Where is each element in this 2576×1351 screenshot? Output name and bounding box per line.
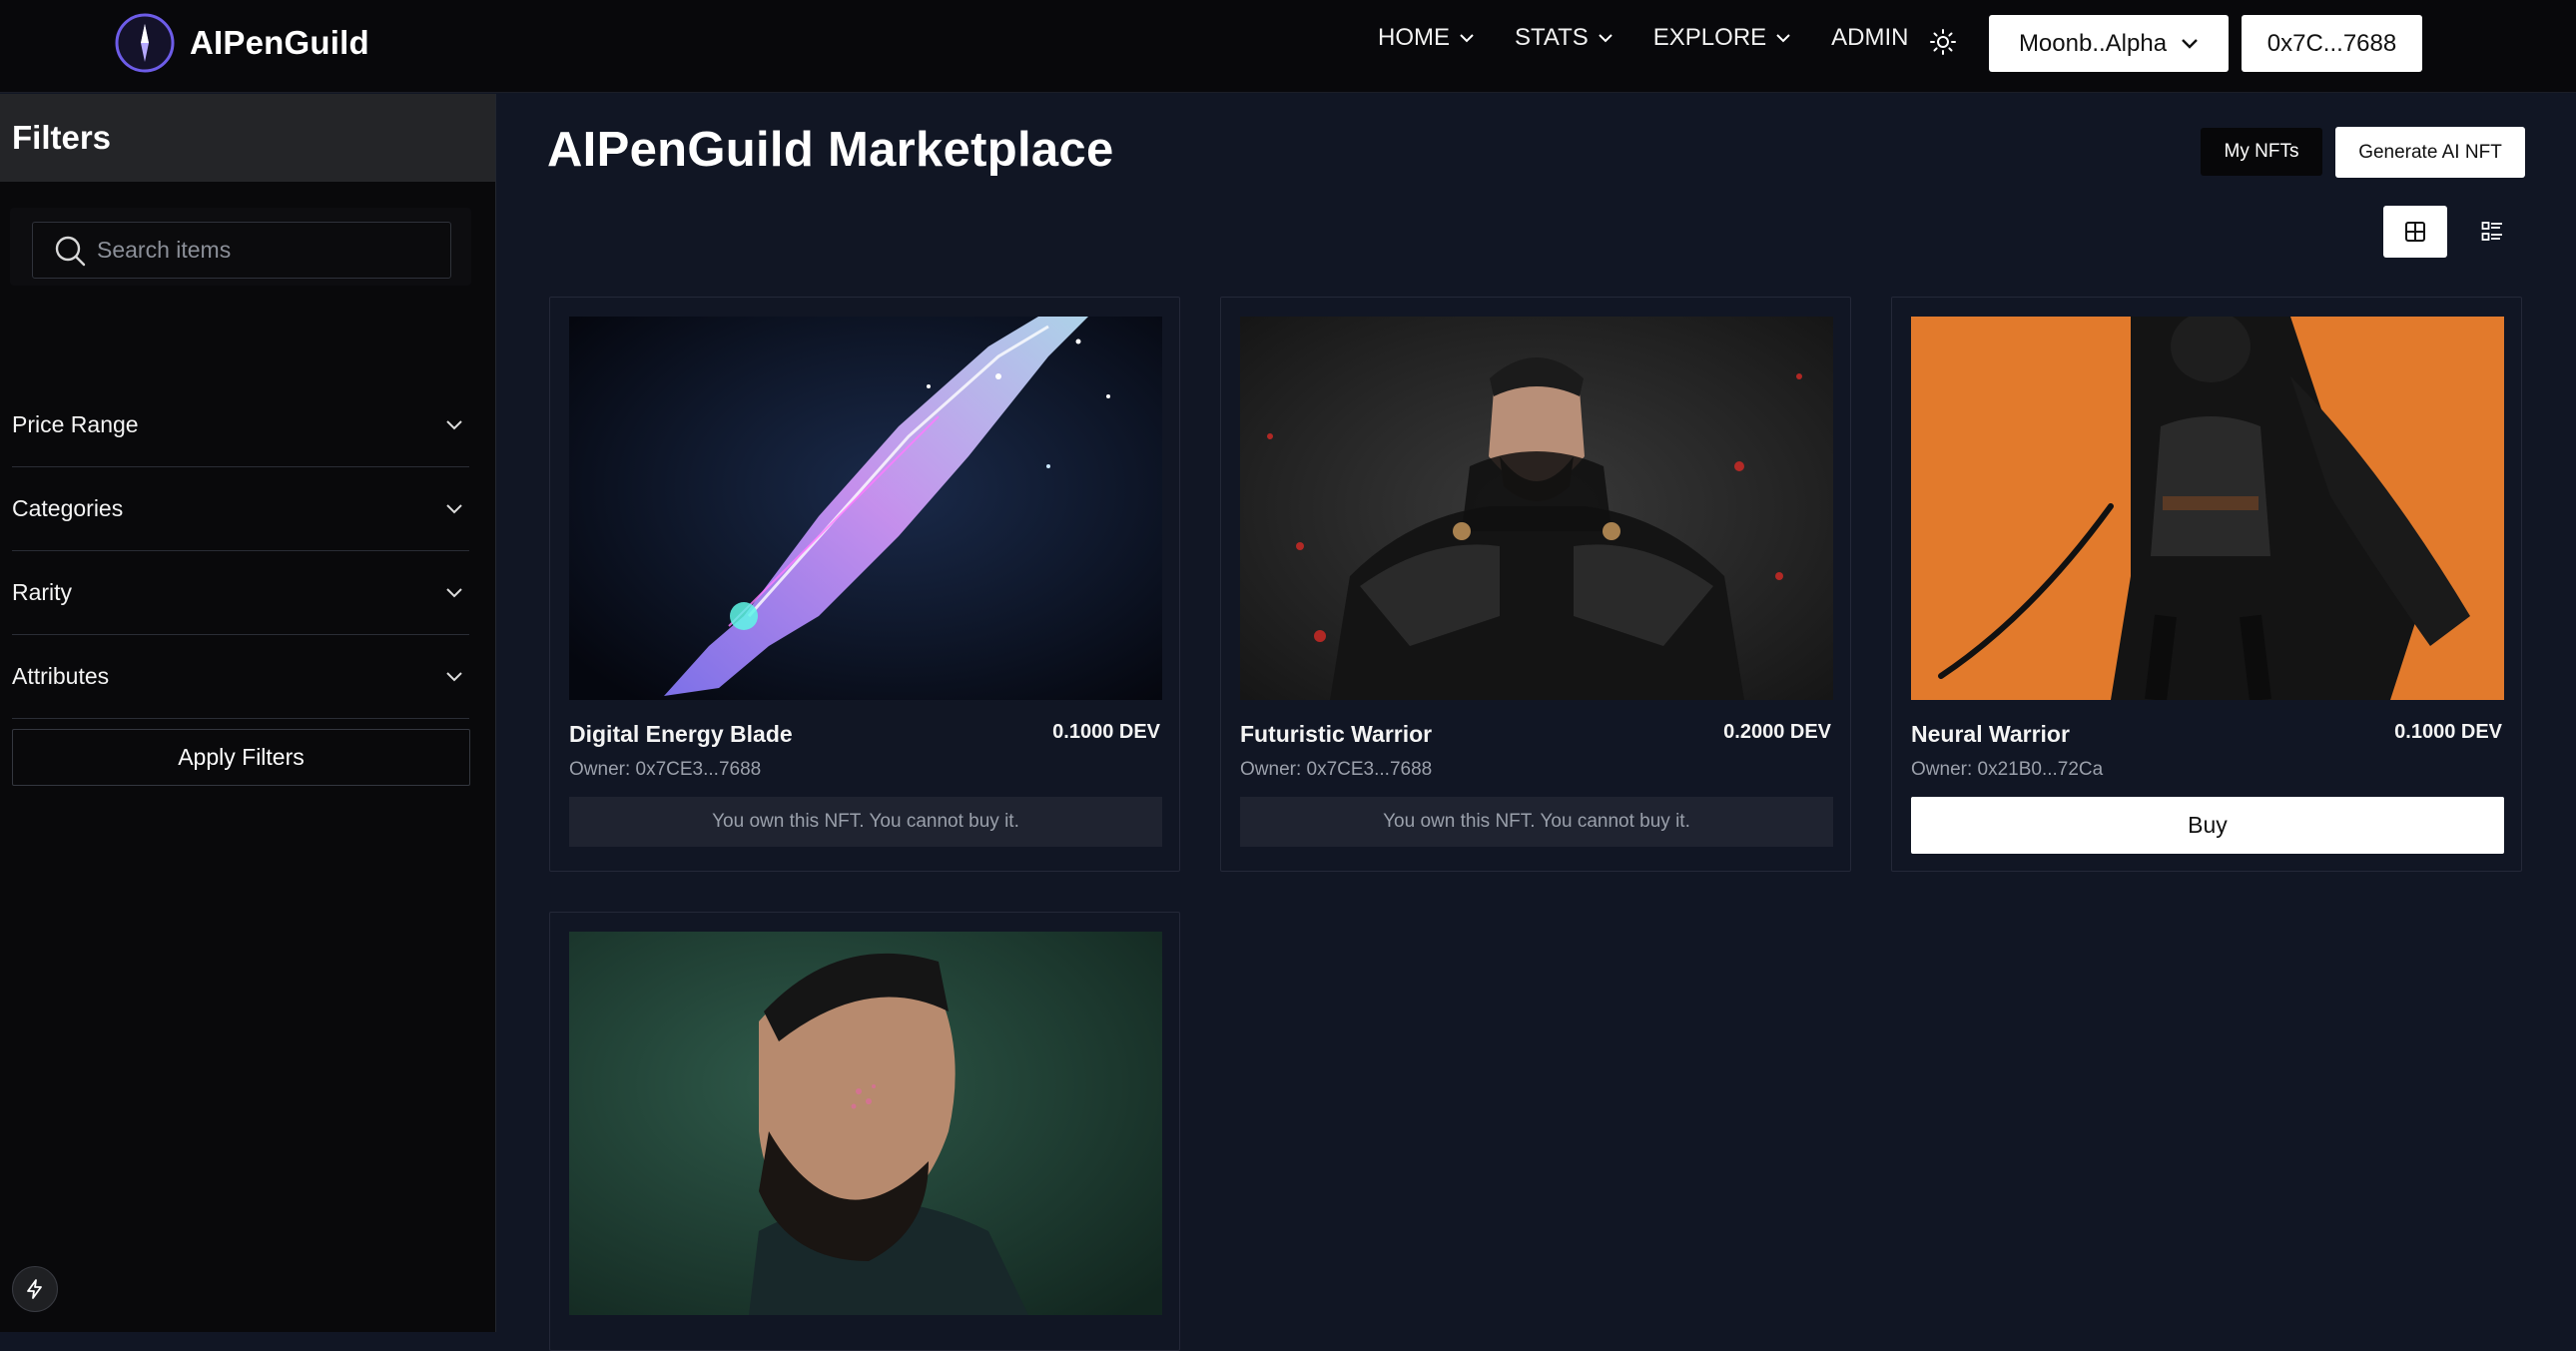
filters-title: Filters [12,119,112,156]
ownership-notice: You own this NFT. You cannot buy it. [569,797,1162,847]
nft-owner: Owner: 0x7CE3...7688 [569,759,762,780]
chevron-down-icon [2182,39,2198,49]
nav-admin[interactable]: ADMIN [1831,24,1908,52]
wallet-address-button[interactable]: 0x7C...7688 [2242,15,2422,72]
top-navbar: AIPenGuild HOME STATS EXPLORE ADMIN Moon… [0,0,2576,93]
nav-explore[interactable]: EXPLORE [1653,24,1791,52]
filters-heading: Filters [0,94,495,182]
search-icon [55,236,86,266]
my-nfts-label: My NFTs [2224,141,2299,162]
generate-ai-nft-button[interactable]: Generate AI NFT [2335,127,2525,178]
filter-price-range-label: Price Range [12,411,139,437]
nav-stats[interactable]: STATS [1515,24,1613,52]
network-label: Moonb..Alpha [2018,29,2168,57]
chevron-down-icon [446,672,462,682]
nft-card[interactable] [549,912,1180,1351]
nav-stats-label: STATS [1515,24,1589,51]
nft-price: 0.1000 DEV [1052,721,1160,743]
nft-card[interactable]: Digital Energy Blade 0.1000 DEV Owner: 0… [549,297,1180,872]
chevron-down-icon [1776,34,1790,43]
list-view-toggle[interactable] [2460,206,2524,258]
search-input[interactable] [97,237,436,264]
page-title: AIPenGuild Marketplace [547,123,1114,177]
apply-filters-button[interactable]: Apply Filters [12,729,470,786]
nft-card[interactable]: Futuristic Warrior 0.2000 DEV Owner: 0x7… [1220,297,1851,872]
compass-logo-icon [115,13,175,73]
neural-warrior-image [1911,317,2504,700]
grid-icon [2405,222,2425,242]
dev-tools-button[interactable] [12,1266,58,1312]
nft-name: Neural Warrior [1911,721,2070,747]
nav-home-label: HOME [1378,24,1450,51]
nft-owner: Owner: 0x21B0...72Ca [1911,759,2104,780]
chevron-down-icon [446,504,462,514]
nft-image [569,317,1162,700]
my-nfts-button[interactable]: My NFTs [2201,128,2322,176]
main-nav: HOME STATS EXPLORE ADMIN [1378,24,1949,52]
nft-price: 0.1000 DEV [2394,721,2502,743]
filter-rarity-label: Rarity [12,579,73,605]
search-field[interactable] [32,222,451,279]
nav-admin-label: ADMIN [1831,24,1909,51]
nft-image [1240,317,1833,700]
filters-sidebar: Filters Price Range Categories Rarity At… [0,94,496,1332]
ownership-notice: You own this NFT. You cannot buy it. [1240,797,1833,847]
nft-image [1911,317,2504,700]
lightning-bolt-icon [27,1279,42,1299]
nft-price: 0.2000 DEV [1723,721,1831,743]
filter-attributes[interactable]: Attributes [12,635,469,719]
generate-ai-nft-label: Generate AI NFT [2358,141,2502,163]
brand-link[interactable]: AIPenGuild [114,12,369,74]
filter-price-range[interactable]: Price Range [12,383,469,467]
brand-name: AIPenGuild [190,24,369,61]
filter-categories-label: Categories [12,495,124,521]
bearded-man-portrait-image [569,932,1162,1315]
search-container [10,208,471,286]
sun-icon [1930,29,1956,55]
energy-blade-image [569,317,1162,700]
theme-toggle-button[interactable] [1929,28,1957,56]
chevron-down-icon [446,588,462,598]
filter-categories[interactable]: Categories [12,467,469,551]
buy-button[interactable]: Buy [1911,797,2504,854]
chevron-down-icon [1599,34,1612,43]
chevron-down-icon [446,420,462,430]
wallet-address: 0x7C...7688 [2266,29,2397,57]
filter-attributes-label: Attributes [12,663,110,689]
nft-image [569,932,1162,1315]
nft-owner: Owner: 0x7CE3...7688 [1240,759,1433,780]
nft-name: Futuristic Warrior [1240,721,1433,747]
apply-filters-label: Apply Filters [178,744,305,770]
grid-view-toggle[interactable] [2383,206,2447,258]
nft-name: Digital Energy Blade [569,721,793,747]
chevron-down-icon [1460,34,1474,43]
filter-rarity[interactable]: Rarity [12,551,469,635]
nav-explore-label: EXPLORE [1652,24,1767,51]
futuristic-warrior-image [1240,317,1833,700]
network-select-button[interactable]: Moonb..Alpha [1989,15,2229,72]
nav-home[interactable]: HOME [1378,24,1475,52]
nft-card[interactable]: Neural Warrior 0.1000 DEV Owner: 0x21B0.… [1891,297,2522,872]
list-icon [2481,222,2502,241]
